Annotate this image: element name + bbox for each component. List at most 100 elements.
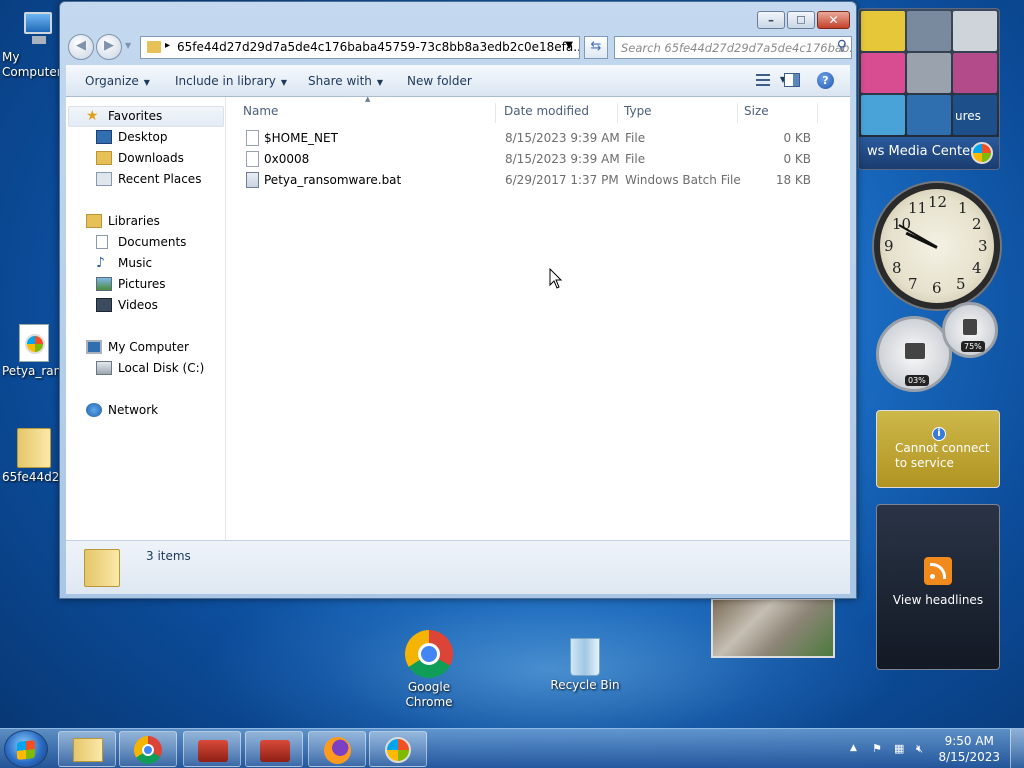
nav-libraries-label: Libraries xyxy=(108,214,160,228)
nav-pictures[interactable]: Pictures xyxy=(96,275,166,295)
search-input[interactable]: Search 65fe44d27d29d7a5de4c176bab... ⚲ xyxy=(614,36,852,59)
desktop-icon-recycle-bin[interactable]: Recycle Bin xyxy=(545,632,625,693)
file-row[interactable]: $HOME_NET 8/15/2023 9:39 AM File 0 KB xyxy=(226,129,846,149)
firefox-icon xyxy=(324,737,351,764)
cpu-meter-value: 03% xyxy=(905,375,929,386)
include-in-library-label: Include in library xyxy=(175,74,276,88)
computer-icon xyxy=(14,8,54,48)
action-center-flag-icon[interactable]: ⚑ xyxy=(872,742,886,756)
recent-places-icon xyxy=(96,172,112,186)
nav-videos-label: Videos xyxy=(118,298,158,312)
file-type: File xyxy=(625,152,646,166)
nav-documents[interactable]: Documents xyxy=(96,233,186,253)
clock-numeral: 8 xyxy=(892,259,902,277)
pictures-icon xyxy=(96,277,112,291)
taskbar-toolbox-2[interactable] xyxy=(245,731,303,767)
file-row[interactable]: 0x0008 8/15/2023 9:39 AM File 0 KB xyxy=(226,150,846,170)
file-name: Petya_ransomware.bat xyxy=(264,173,402,187)
toolbox-icon xyxy=(260,740,290,762)
nav-network-label: Network xyxy=(108,403,159,417)
item-count: 3 items xyxy=(146,549,191,563)
preview-pane-icon[interactable] xyxy=(784,73,800,87)
clock-gadget: 12 3 6 9 1 2 4 5 7 8 10 11 xyxy=(874,183,1000,309)
weather-gadget[interactable]: i Cannot connect to service xyxy=(876,410,1000,488)
desktop-icon-chrome[interactable]: Google Chrome xyxy=(389,630,469,710)
folder-icon xyxy=(73,738,103,762)
nav-local-disk[interactable]: Local Disk (C:) xyxy=(96,359,204,379)
taskbar-chrome[interactable] xyxy=(119,731,177,767)
taskbar-petya[interactable] xyxy=(369,731,427,767)
taskbar-firefox[interactable] xyxy=(308,731,366,767)
taskbar-date: 8/15/2023 xyxy=(938,750,1000,764)
nav-desktop[interactable]: Desktop xyxy=(96,128,168,148)
address-dropdown-icon[interactable]: ▼ xyxy=(565,40,573,51)
back-button[interactable]: ◀ xyxy=(68,34,94,60)
chevron-down-icon: ▼ xyxy=(143,78,150,87)
start-button[interactable] xyxy=(4,730,48,768)
mouse-cursor-icon xyxy=(549,268,563,289)
nav-network[interactable]: Network xyxy=(86,401,158,421)
command-bar: Organize ▼ Include in library ▼ Share with… xyxy=(66,65,850,97)
recent-pages-chevron-icon[interactable]: ▼ xyxy=(125,41,131,50)
address-bar[interactable]: ▸ 65fe44d27d29d7a5de4c176baba45759-73c8b… xyxy=(140,36,580,59)
nav-libraries[interactable]: Libraries xyxy=(86,212,160,232)
nav-recent-places[interactable]: Recent Places xyxy=(96,170,201,190)
help-icon[interactable]: ? xyxy=(817,72,834,89)
nav-my-computer[interactable]: My Computer xyxy=(86,338,189,358)
new-folder-button[interactable]: New folder xyxy=(407,74,472,88)
navigation-pane: ★ Favorites Desktop Downloads Recent Plac… xyxy=(66,97,226,540)
breadcrumb-arrow-icon[interactable]: ▸ xyxy=(165,40,170,51)
rss-icon xyxy=(924,557,952,585)
close-button[interactable]: ✕ xyxy=(817,11,850,29)
folder-icon xyxy=(17,424,51,468)
network-status-icon[interactable]: ▦ xyxy=(894,742,908,756)
organize-menu[interactable]: Organize ▼ xyxy=(85,74,150,88)
feed-view-headlines[interactable]: View headlines xyxy=(877,593,999,607)
refresh-button[interactable]: ⇆ xyxy=(584,36,608,59)
change-view-icon[interactable] xyxy=(756,73,772,87)
nav-favorites[interactable]: ★ Favorites xyxy=(86,107,162,127)
refresh-icon: ⇆ xyxy=(590,39,602,54)
chrome-icon xyxy=(405,630,453,678)
desktop-label-chrome: Google Chrome xyxy=(405,680,453,709)
organize-label: Organize xyxy=(85,74,139,88)
nav-downloads[interactable]: Downloads xyxy=(96,149,184,169)
column-header-size[interactable]: Size xyxy=(738,103,818,123)
memory-meter-value: 75% xyxy=(961,341,985,352)
show-desktop-button[interactable] xyxy=(1010,729,1024,768)
taskbar-clock[interactable]: 9:50 AM 8/15/2023 xyxy=(938,733,1000,765)
nav-desktop-label: Desktop xyxy=(118,130,168,144)
column-header-name[interactable]: Name xyxy=(237,103,496,123)
documents-icon xyxy=(96,235,108,249)
nav-music[interactable]: ♪ Music xyxy=(96,254,152,274)
feed-headlines-gadget[interactable]: View headlines xyxy=(876,504,1000,670)
minimize-button[interactable]: – xyxy=(757,11,785,29)
file-list: ▲ Name Date modified Type Size $HOME_NET… xyxy=(226,95,850,540)
taskbar-time: 9:50 AM xyxy=(944,734,994,748)
search-icon[interactable]: ⚲ xyxy=(837,38,847,54)
maximize-button[interactable]: □ xyxy=(787,11,815,29)
clock-numeral: 7 xyxy=(908,275,918,293)
cpu-meter-gadget: 03% xyxy=(876,316,952,392)
nav-pictures-label: Pictures xyxy=(118,277,166,291)
file-row[interactable]: Petya_ransomware.bat 6/29/2017 1:37 PM W… xyxy=(226,171,846,191)
taskbar-toolbox-1[interactable] xyxy=(183,731,241,767)
column-header-type[interactable]: Type xyxy=(618,103,738,123)
include-in-library-menu[interactable]: Include in library ▼ xyxy=(175,74,287,88)
windows-logo-icon xyxy=(385,737,411,763)
batch-file-icon xyxy=(19,324,49,362)
downloads-icon xyxy=(96,151,112,165)
show-hidden-icons-icon[interactable]: ▲ xyxy=(850,743,864,757)
explorer-body: ★ Favorites Desktop Downloads Recent Plac… xyxy=(66,95,850,540)
file-icon xyxy=(246,130,259,146)
forward-button[interactable]: ▶ xyxy=(96,34,122,60)
taskbar-explorer[interactable] xyxy=(58,731,116,767)
nav-videos[interactable]: Videos xyxy=(96,296,158,316)
volume-muted-icon[interactable]: 🔇︎ xyxy=(916,742,930,756)
file-name: 0x0008 xyxy=(264,152,310,166)
share-with-menu[interactable]: Share with ▼ xyxy=(308,74,383,88)
nav-favorites-label: Favorites xyxy=(108,109,163,123)
media-center-gadget[interactable]: ures ws Media Center xyxy=(858,8,1000,170)
column-header-date-modified[interactable]: Date modified xyxy=(498,103,618,123)
toolbox-icon xyxy=(198,740,228,762)
